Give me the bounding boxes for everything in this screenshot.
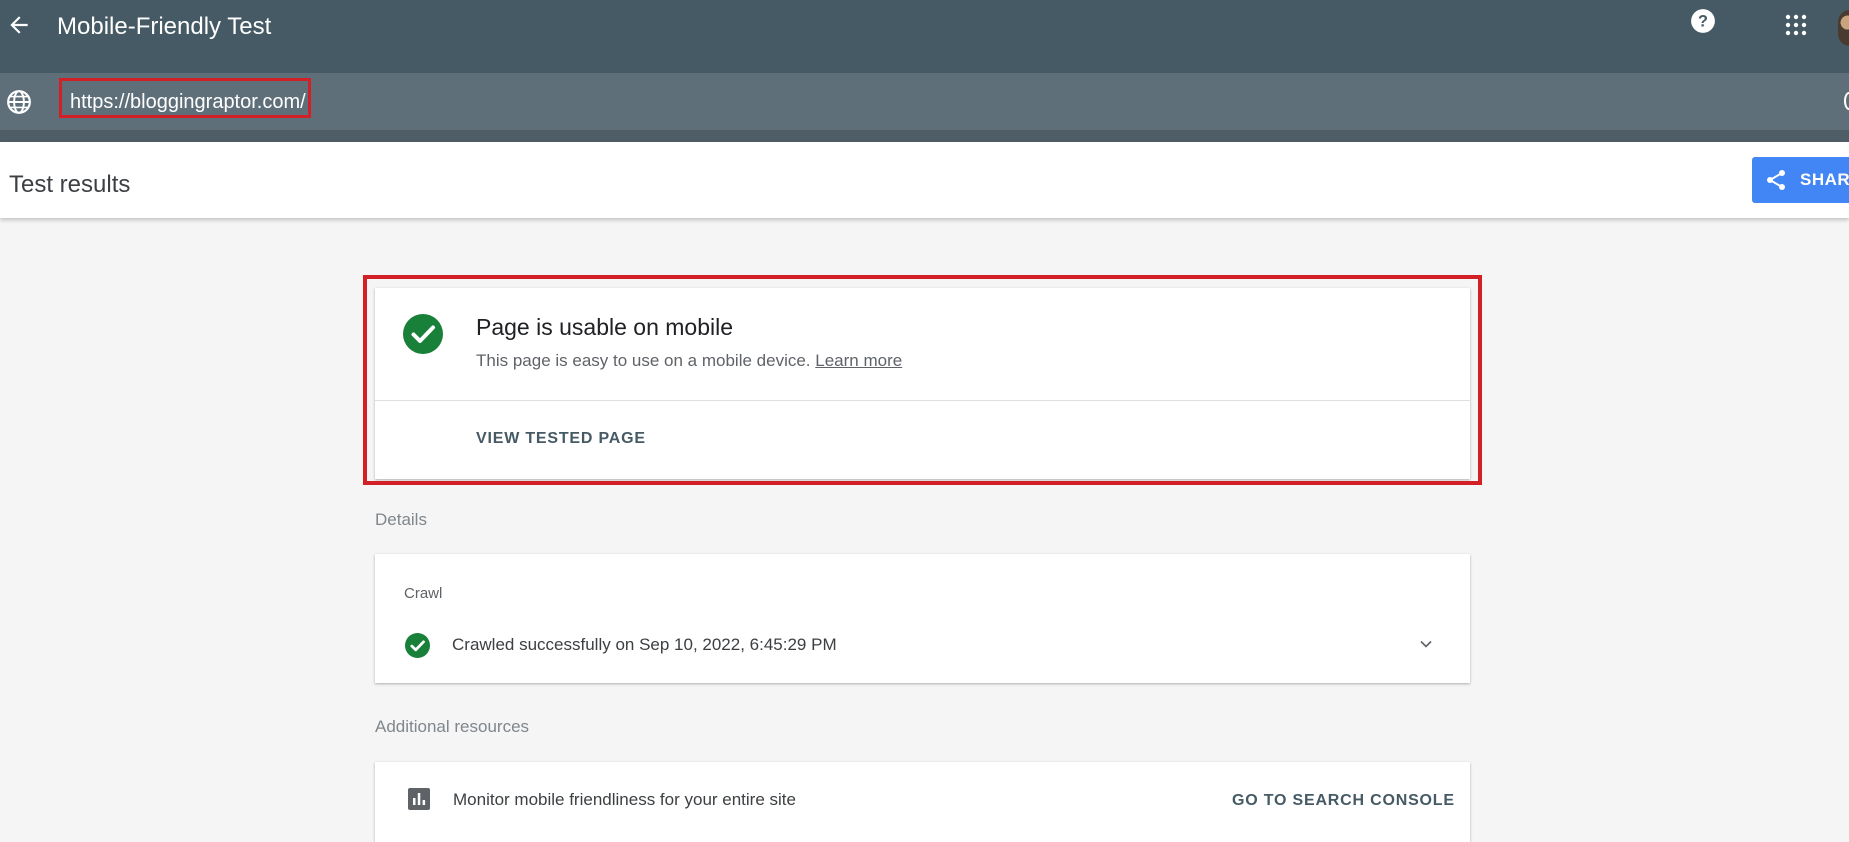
- share-button[interactable]: SHARE: [1752, 157, 1849, 203]
- apps-grid-icon[interactable]: [1785, 14, 1807, 36]
- details-label: Details: [375, 510, 427, 529]
- url-bar-divider: [0, 130, 1849, 142]
- results-header: [0, 142, 1849, 218]
- app-title: Mobile-Friendly Test: [57, 13, 272, 40]
- help-icon[interactable]: ?: [1690, 8, 1716, 34]
- page-title: Test results: [9, 171, 131, 198]
- chevron-down-icon[interactable]: [1416, 634, 1436, 654]
- card-divider: [375, 400, 1470, 401]
- result-title: Page is usable on mobile: [476, 314, 733, 340]
- crawl-card[interactable]: [375, 554, 1470, 683]
- monitor-text: Monitor mobile friendliness for your ent…: [453, 790, 796, 809]
- go-to-search-console-button[interactable]: GO TO SEARCH CONSOLE: [1232, 790, 1455, 812]
- share-icon: [1767, 170, 1785, 190]
- learn-more-link[interactable]: Learn more: [815, 351, 902, 370]
- avatar[interactable]: [1838, 10, 1849, 46]
- result-description: This page is easy to use on a mobile dev…: [476, 350, 902, 372]
- bar-chart-icon: [408, 788, 430, 810]
- share-label: SHARE: [1800, 170, 1849, 189]
- additional-resources-label: Additional resources: [375, 717, 530, 736]
- svg-text:?: ?: [1698, 12, 1708, 30]
- crawl-status: Crawled successfully on Sep 10, 2022, 6:…: [452, 635, 837, 654]
- top-app-bar: [0, 0, 1849, 73]
- crawl-title: Crawl: [404, 585, 443, 602]
- url-input[interactable]: [70, 89, 310, 115]
- refresh-icon[interactable]: [1844, 92, 1849, 110]
- check-circle-icon: [403, 314, 443, 354]
- check-circle-icon: [405, 633, 430, 658]
- globe-icon: [7, 90, 31, 114]
- back-arrow-icon[interactable]: [6, 12, 32, 38]
- view-tested-page-button[interactable]: VIEW TESTED PAGE: [476, 428, 646, 450]
- result-description-text: This page is easy to use on a mobile dev…: [476, 351, 811, 370]
